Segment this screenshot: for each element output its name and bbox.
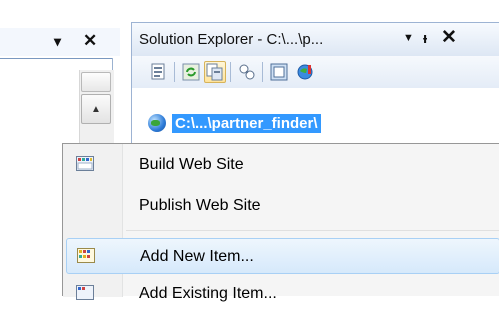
properties-icon[interactable]	[148, 61, 170, 83]
show-all-files-icon[interactable]	[204, 61, 226, 83]
menu-item-label: Publish Web Site	[139, 197, 261, 214]
menu-item-add-existing-item[interactable]: Add Existing Item...	[66, 276, 499, 312]
toolbar-separator	[174, 62, 175, 82]
menu-item-publish-web-site[interactable]: Publish Web Site	[66, 188, 499, 224]
copy-website-icon[interactable]	[236, 61, 258, 83]
refresh-icon[interactable]	[180, 61, 202, 83]
dropdown-icon[interactable]: ▼	[403, 32, 414, 44]
menu-item-label: Add New Item...	[140, 248, 254, 265]
toolbar-separator	[262, 62, 263, 82]
menu-item-label: Add Existing Item...	[139, 285, 277, 302]
context-menu: Build Web Site Publish Web Site Add New …	[62, 143, 499, 302]
left-pane-header: ▾ ✕	[0, 28, 120, 56]
solution-explorer-title: Solution Explorer - C:\...\p...	[139, 31, 324, 48]
pin-icon[interactable]: ᵻ	[423, 30, 427, 47]
menu-separator	[126, 230, 499, 231]
close-icon[interactable]: ✕	[83, 31, 97, 51]
arrow-up-icon: ▲	[91, 103, 101, 115]
toolbar-separator	[230, 62, 231, 82]
menu-item-add-new-item[interactable]: Add New Item...	[66, 238, 499, 274]
tree-root-node[interactable]: C:\...\partner_finder\	[148, 112, 321, 134]
add-new-item-icon	[77, 248, 95, 263]
add-existing-item-icon	[76, 285, 94, 300]
menu-item-label: Build Web Site	[139, 156, 244, 173]
scroll-up-button[interactable]: ▲	[81, 94, 111, 124]
view-designer-icon[interactable]	[268, 61, 290, 83]
pin-icon[interactable]: ▾	[54, 33, 61, 50]
close-icon[interactable]: ✕	[441, 26, 457, 49]
scrollbar-thumb[interactable]	[81, 72, 111, 92]
menu-item-build-web-site[interactable]: Build Web Site	[66, 147, 499, 183]
tree-root-label[interactable]: C:\...\partner_finder\	[172, 113, 321, 133]
solution-explorer-toolbar	[131, 56, 499, 88]
solution-explorer-titlebar: Solution Explorer - C:\...\p... ▼ ᵻ ✕	[131, 22, 499, 56]
asp-net-configuration-icon[interactable]	[294, 61, 316, 83]
website-icon	[148, 114, 166, 132]
pane-border	[0, 58, 113, 59]
build-icon	[76, 156, 94, 171]
